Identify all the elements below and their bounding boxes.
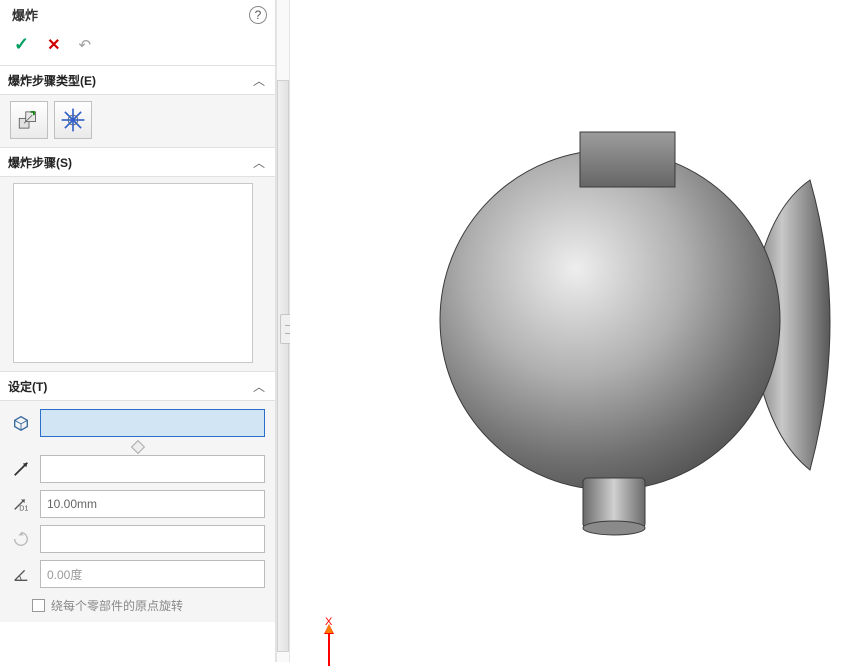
component-selection-field[interactable] [40, 409, 265, 437]
cancel-button[interactable]: ✕ [47, 35, 60, 55]
model-rendering [290, 0, 850, 640]
collapse-icon[interactable]: ︿ [253, 378, 265, 395]
resize-handle[interactable] [10, 442, 265, 450]
svg-text:D1: D1 [19, 503, 28, 512]
section-steps-title: 爆炸步骤(S) [8, 154, 253, 171]
direction-icon [10, 460, 32, 478]
component-row [10, 407, 265, 439]
section-step-type-title: 爆炸步骤类型(E) [8, 72, 253, 89]
distance-field[interactable] [40, 490, 265, 518]
direction-field[interactable] [40, 455, 265, 483]
section-step-type-header[interactable]: 爆炸步骤类型(E) ︿ [0, 65, 275, 95]
angle-row [10, 558, 265, 590]
section-step-type-body [0, 95, 275, 147]
panel-title: 爆炸 [12, 5, 249, 24]
direction-row [10, 453, 265, 485]
section-steps-body [0, 177, 275, 371]
undo-button[interactable]: ↶ [79, 36, 92, 54]
collapse-icon[interactable]: ︿ [253, 154, 265, 171]
angle-field[interactable] [40, 560, 265, 588]
3d-viewport[interactable]: X [290, 0, 857, 662]
section-steps-header[interactable]: 爆炸步骤(S) ︿ [0, 147, 275, 177]
linear-explode-step-button[interactable] [10, 101, 48, 139]
ok-button[interactable]: ✓ [14, 34, 29, 55]
panel-header: 爆炸 ? [0, 0, 275, 28]
radial-explode-step-button[interactable] [54, 101, 92, 139]
panel-splitter[interactable] [276, 0, 290, 662]
rotation-axis-row [10, 523, 265, 555]
help-button[interactable]: ? [249, 6, 267, 24]
explode-steps-list[interactable] [13, 183, 253, 363]
angle-icon [10, 565, 32, 583]
confirm-toolbar: ✓ ✕ ↶ [0, 28, 275, 65]
rotation-axis-field[interactable] [40, 525, 265, 553]
rotation-axis-icon [10, 530, 32, 548]
rotate-origin-checkbox[interactable] [32, 599, 45, 612]
component-icon [10, 414, 32, 432]
section-settings-header[interactable]: 设定(T) ︿ [0, 371, 275, 401]
distance-icon: D1 [10, 495, 32, 513]
collapse-icon[interactable]: ︿ [253, 72, 265, 89]
rotate-origin-label: 绕每个零部件的原点旋转 [51, 597, 183, 614]
property-panel: 爆炸 ? ✓ ✕ ↶ 爆炸步骤类型(E) ︿ [0, 0, 276, 662]
rotate-origin-row[interactable]: 绕每个零部件的原点旋转 [10, 597, 265, 614]
panel-scrollbar[interactable] [277, 80, 289, 652]
section-settings-body: D1 绕每个零部件的原点旋转 [0, 401, 275, 622]
section-settings-title: 设定(T) [8, 378, 253, 395]
distance-row: D1 [10, 488, 265, 520]
